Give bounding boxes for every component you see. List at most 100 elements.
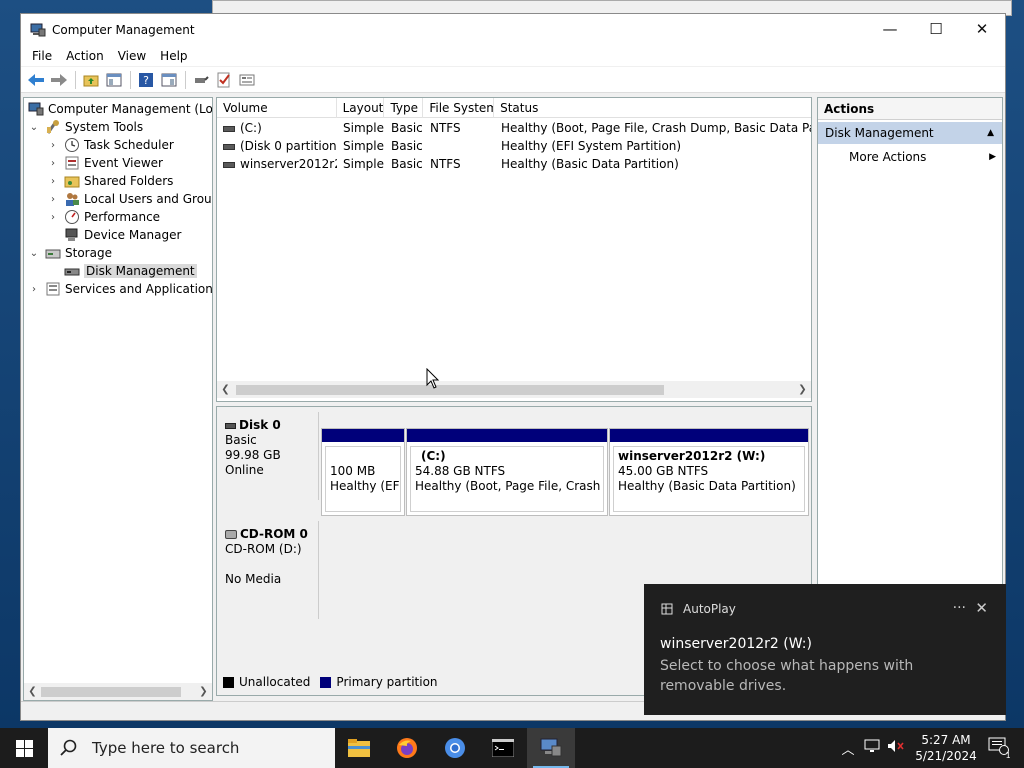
volume-row[interactable]: winserver2012r2 ... Simple Basic NTFS He… bbox=[217, 155, 811, 173]
show-hidden-icons-chevron-up-icon[interactable]: ︿ bbox=[836, 739, 860, 758]
menu-file[interactable]: File bbox=[25, 49, 59, 63]
column-file-system[interactable]: File System bbox=[423, 98, 495, 118]
volume-muted-icon[interactable] bbox=[884, 739, 908, 757]
toast-close-button[interactable]: ✕ bbox=[975, 599, 988, 617]
volume-name: (Disk 0 partition 1) bbox=[240, 139, 337, 153]
start-button[interactable] bbox=[0, 728, 48, 768]
properties-button[interactable] bbox=[236, 69, 258, 91]
chevron-right-icon[interactable]: › bbox=[28, 284, 40, 295]
tree-item-system-tools[interactable]: ⌄ System Tools bbox=[28, 118, 143, 136]
show-hide-console-tree-button[interactable] bbox=[103, 69, 125, 91]
tree-item-shared-folders[interactable]: › Shared Folders bbox=[47, 172, 173, 190]
minimize-button[interactable]: — bbox=[867, 14, 913, 44]
volume-status: Healthy (EFI System Partition) bbox=[501, 139, 682, 153]
disk-0-label[interactable]: Disk 0 Basic 99.98 GB Online bbox=[217, 412, 319, 500]
volume-row[interactable]: (Disk 0 partition 1) Simple Basic Health… bbox=[217, 137, 811, 155]
check-button[interactable] bbox=[213, 69, 235, 91]
partition-bar bbox=[610, 429, 808, 442]
more-options-icon[interactable]: ··· bbox=[953, 600, 966, 616]
taskbar-search-box[interactable]: Type here to search bbox=[48, 728, 335, 768]
tree-item-services-applications[interactable]: › Services and Applications bbox=[28, 280, 212, 298]
actions-section-label: Disk Management bbox=[825, 126, 934, 140]
chevron-right-icon[interactable]: › bbox=[47, 140, 59, 151]
action-center-button[interactable]: 1 bbox=[984, 737, 1024, 760]
device-manager-icon bbox=[64, 227, 80, 243]
partition-w[interactable]: winserver2012r2 (W:) 45.00 GB NTFS Healt… bbox=[609, 428, 809, 516]
toast-title: winserver2012r2 (W:) bbox=[660, 636, 812, 652]
chevron-down-icon[interactable]: ⌄ bbox=[28, 122, 40, 133]
legend-primary: Primary partition bbox=[336, 675, 438, 689]
tree-item-device-manager[interactable]: Device Manager bbox=[64, 226, 181, 244]
clock[interactable]: 5:27 AM 5/21/2024 bbox=[908, 732, 984, 764]
scroll-left-icon[interactable]: ❮ bbox=[24, 686, 41, 697]
taskbar-computer-management[interactable] bbox=[527, 728, 575, 768]
chevron-right-icon[interactable]: › bbox=[47, 158, 59, 169]
tree-label: Task Scheduler bbox=[84, 138, 174, 152]
chevron-right-icon[interactable]: › bbox=[47, 176, 59, 187]
chromium-icon bbox=[445, 738, 465, 758]
firefox-icon bbox=[397, 738, 417, 758]
partition-size: 45.00 GB NTFS bbox=[618, 464, 709, 478]
taskbar-firefox[interactable] bbox=[383, 728, 431, 768]
cdrom-0-label[interactable]: CD-ROM 0 CD-ROM (D:) No Media bbox=[217, 521, 319, 619]
back-button[interactable] bbox=[25, 69, 47, 91]
file-explorer-icon bbox=[348, 739, 370, 757]
performance-icon bbox=[64, 209, 80, 225]
scroll-thumb[interactable] bbox=[236, 385, 664, 395]
volume-row[interactable]: (C:) Simple Basic NTFS Healthy (Boot, Pa… bbox=[217, 119, 811, 137]
tree-item-task-scheduler[interactable]: › Task Scheduler bbox=[47, 136, 174, 154]
connect-button[interactable] bbox=[190, 69, 212, 91]
scroll-thumb[interactable] bbox=[41, 687, 181, 697]
menu-view[interactable]: View bbox=[111, 49, 153, 63]
tree-horizontal-scrollbar[interactable]: ❮ ❯ bbox=[24, 683, 212, 700]
collapse-up-icon[interactable]: ▲ bbox=[987, 122, 994, 144]
up-one-level-button[interactable] bbox=[80, 69, 102, 91]
scroll-left-icon[interactable]: ❮ bbox=[217, 384, 234, 395]
cdrom-media: No Media bbox=[225, 572, 282, 586]
chevron-right-icon[interactable]: › bbox=[47, 194, 59, 205]
taskbar-file-explorer[interactable] bbox=[335, 728, 383, 768]
taskbar-command-prompt[interactable] bbox=[479, 728, 527, 768]
tree-item-disk-management[interactable]: Disk Management bbox=[64, 262, 197, 280]
autoplay-notification[interactable]: AutoPlay ··· ✕ winserver2012r2 (W:) Sele… bbox=[644, 584, 1006, 715]
actions-section-disk-management[interactable]: Disk Management ▲ bbox=[818, 122, 1002, 144]
volume-name: (C:) bbox=[240, 121, 262, 135]
scroll-right-icon[interactable]: ❯ bbox=[195, 686, 212, 697]
column-volume[interactable]: Volume bbox=[217, 98, 337, 118]
console-tree: Computer Management (Local ⌄ System Tool… bbox=[23, 97, 213, 701]
partition-c[interactable]: (C:) 54.88 GB NTFS Healthy (Boot, Page F… bbox=[406, 428, 608, 516]
tree-item-performance[interactable]: › Performance bbox=[47, 208, 160, 226]
menu-action[interactable]: Action bbox=[59, 49, 111, 63]
tree-label: Device Manager bbox=[84, 228, 182, 242]
chevron-down-icon[interactable]: ⌄ bbox=[28, 248, 40, 259]
close-button[interactable]: ✕ bbox=[959, 14, 1005, 44]
partition-bar bbox=[322, 429, 404, 442]
tree-item-local-users-groups[interactable]: › Local Users and Groups bbox=[47, 190, 212, 208]
forward-button[interactable] bbox=[48, 69, 70, 91]
tree-item-event-viewer[interactable]: › Event Viewer bbox=[47, 154, 163, 172]
tree-item-computer-management[interactable]: Computer Management (Local bbox=[28, 100, 212, 118]
partition-efi[interactable]: 100 MB Healthy (EFI S bbox=[321, 428, 405, 516]
tree-label: System Tools bbox=[65, 120, 144, 134]
column-status[interactable]: Status bbox=[494, 98, 811, 118]
help-button[interactable]: ? bbox=[135, 69, 157, 91]
show-hide-action-pane-button[interactable] bbox=[158, 69, 180, 91]
search-icon bbox=[60, 739, 77, 756]
toast-app-name: AutoPlay bbox=[683, 602, 736, 616]
tree-label: Disk Management bbox=[84, 264, 197, 278]
column-type[interactable]: Type bbox=[384, 98, 424, 118]
connect-icon bbox=[195, 75, 209, 83]
taskbar-chromium[interactable] bbox=[431, 728, 479, 768]
menu-help[interactable]: Help bbox=[153, 49, 194, 63]
tree-item-storage[interactable]: ⌄ Storage bbox=[28, 244, 112, 262]
volume-horizontal-scrollbar[interactable]: ❮ ❯ bbox=[217, 381, 811, 398]
title-bar[interactable]: Computer Management — ☐ ✕ bbox=[21, 14, 1005, 46]
maximize-button[interactable]: ☐ bbox=[913, 14, 959, 44]
more-actions-item[interactable]: More Actions ▶ bbox=[818, 146, 1002, 168]
forward-arrow-icon bbox=[51, 73, 67, 86]
chevron-right-icon[interactable]: › bbox=[47, 212, 59, 223]
toast-body: Select to choose what happens with remov… bbox=[660, 658, 914, 694]
column-layout[interactable]: Layout bbox=[337, 98, 385, 118]
scroll-right-icon[interactable]: ❯ bbox=[794, 384, 811, 395]
network-icon[interactable] bbox=[860, 739, 884, 757]
